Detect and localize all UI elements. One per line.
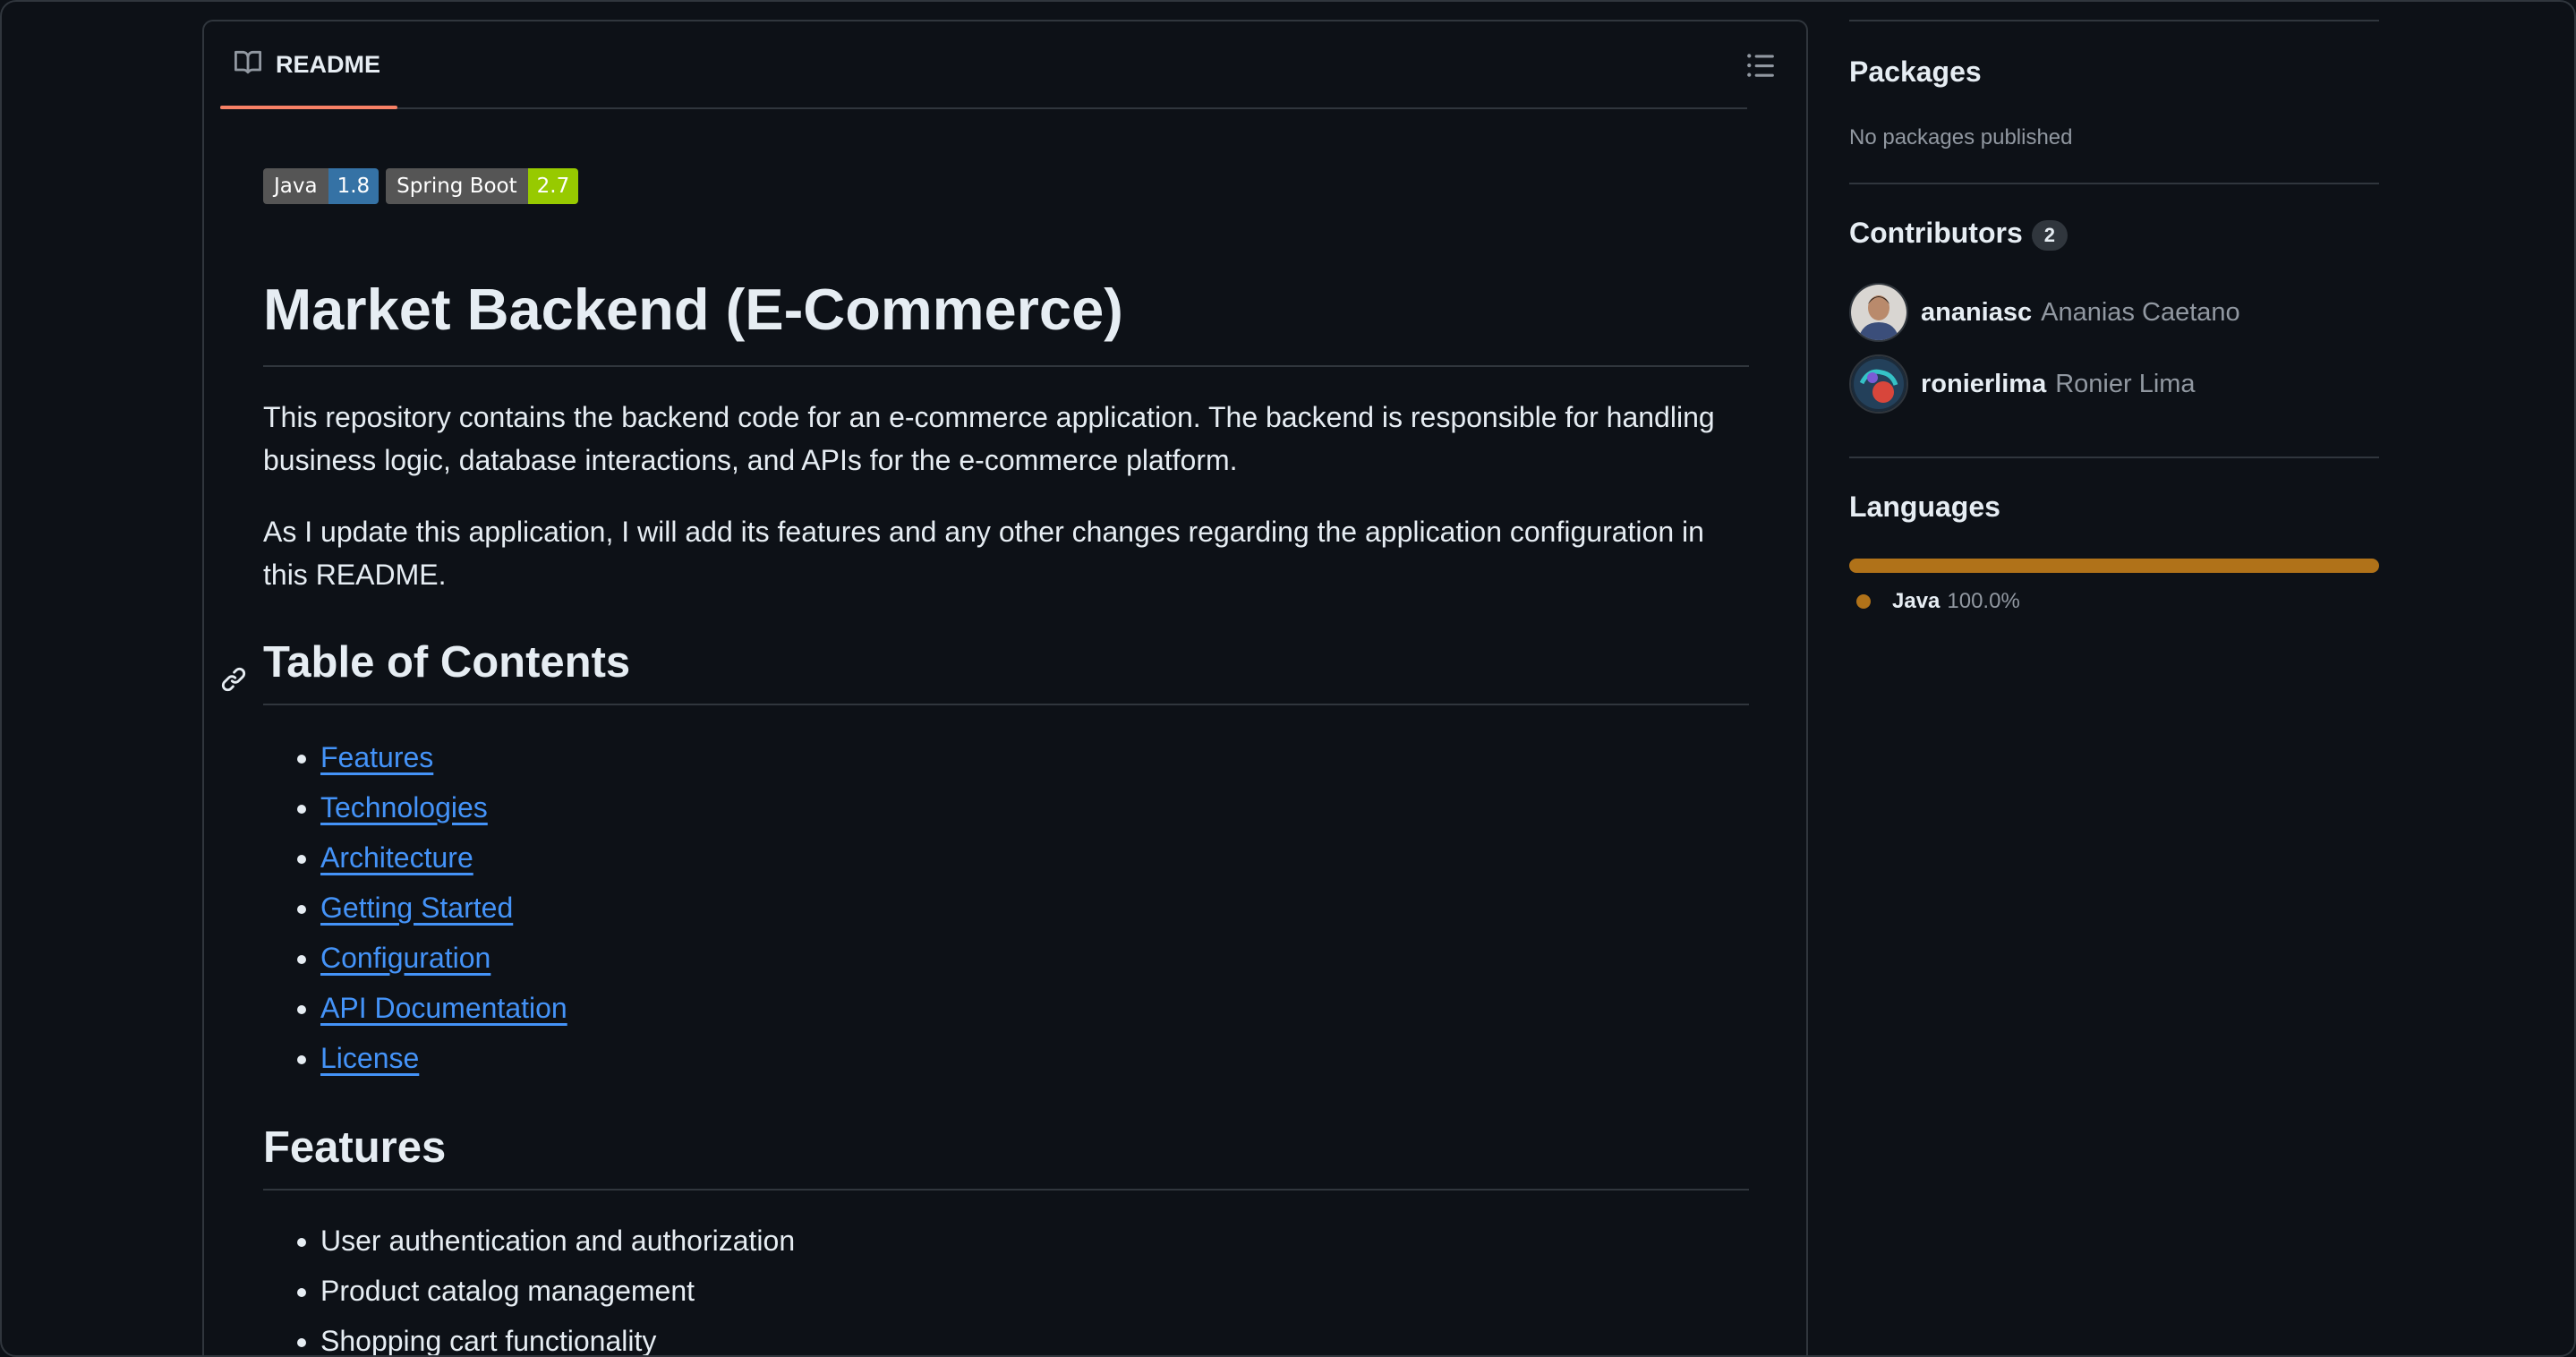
avatar[interactable] [1849, 354, 1908, 414]
intro-paragraph-2: As I update this application, I will add… [263, 516, 1704, 591]
toc-heading-text: Table of Contents [263, 638, 631, 687]
list-item: Getting Started [320, 883, 567, 933]
features-heading: Features [263, 1121, 1749, 1191]
spring-boot-badge[interactable]: Spring Boot 2.7 [386, 168, 579, 204]
language-percent: 100.0% [1947, 589, 2020, 613]
readme-tab-label: README [276, 50, 381, 78]
toc-link-api-documentation[interactable]: API Documentation [320, 992, 567, 1024]
contributor-item[interactable]: ananiasc Ananias Caetano [1849, 283, 2240, 342]
toc-link-technologies[interactable]: Technologies [320, 791, 488, 824]
java-color-dot-icon [1856, 594, 1871, 609]
divider [1849, 183, 2379, 184]
list-item: Technologies [320, 782, 567, 832]
toc-list: Features Technologies Architecture Getti… [263, 732, 567, 1083]
outline-list-icon[interactable] [1745, 50, 1776, 81]
badge-value: 2.7 [527, 168, 579, 204]
link-anchor-icon[interactable] [220, 652, 247, 692]
list-item: Product catalog management [320, 1266, 795, 1316]
intro-paragraph-1: This repository contains the backend cod… [263, 401, 1715, 476]
language-name: Java [1892, 589, 1941, 613]
window-frame: README Java 1.8 Spring Boot 2.7 Market B… [0, 0, 2576, 1357]
list-item: Shopping cart functionality [320, 1316, 795, 1355]
language-item[interactable]: Java 100.0% [1856, 589, 2020, 614]
language-bar [1849, 559, 2379, 573]
list-item: User authentication and authorization [320, 1216, 795, 1266]
badge-value: 1.8 [328, 168, 380, 204]
list-item: Configuration [320, 933, 567, 983]
list-item: Features [320, 732, 567, 782]
contributors-count-badge: 2 [2031, 219, 2068, 251]
divider [1849, 457, 2379, 458]
languages-heading: Languages [1849, 491, 2000, 523]
readme-tab[interactable]: README [220, 21, 397, 109]
contributor-name: Ronier Lima [2055, 369, 2196, 398]
badges: Java 1.8 Spring Boot 2.7 [263, 168, 579, 204]
toc-link-getting-started[interactable]: Getting Started [320, 892, 513, 924]
features-list: User authentication and authorization Pr… [263, 1216, 795, 1355]
contributors-heading: Contributors 2 [1849, 217, 2068, 251]
list-item: Architecture [320, 832, 567, 883]
contributor-name: Ananias Caetano [2041, 297, 2240, 327]
toc-heading: Table of Contents [221, 636, 1749, 705]
divider [1849, 20, 2379, 21]
toc-link-features[interactable]: Features [320, 741, 433, 773]
java-badge[interactable]: Java 1.8 [263, 168, 380, 204]
contributor-item[interactable]: ronierlima Ronier Lima [1849, 354, 2196, 414]
readme-header: README [220, 21, 1747, 109]
badge-key: Spring Boot [386, 168, 528, 204]
contributors-heading-text[interactable]: Contributors [1849, 217, 2023, 249]
toc-link-license[interactable]: License [320, 1042, 419, 1074]
packages-heading[interactable]: Packages [1849, 55, 1982, 89]
readme-panel: README Java 1.8 Spring Boot 2.7 Market B… [202, 20, 1808, 1355]
packages-empty-text: No packages published [1849, 125, 2073, 149]
book-icon [233, 49, 263, 81]
contributor-login[interactable]: ananiasc [1921, 298, 2032, 328]
badge-key: Java [263, 168, 328, 204]
contributor-login[interactable]: ronierlima [1921, 370, 2046, 399]
list-item: API Documentation [320, 983, 567, 1033]
list-item: License [320, 1033, 567, 1083]
active-tab-underline [220, 106, 397, 109]
page-title: Market Backend (E-Commerce) [263, 276, 1749, 367]
avatar[interactable] [1849, 283, 1908, 342]
toc-link-architecture[interactable]: Architecture [320, 841, 473, 874]
toc-link-configuration[interactable]: Configuration [320, 942, 490, 974]
